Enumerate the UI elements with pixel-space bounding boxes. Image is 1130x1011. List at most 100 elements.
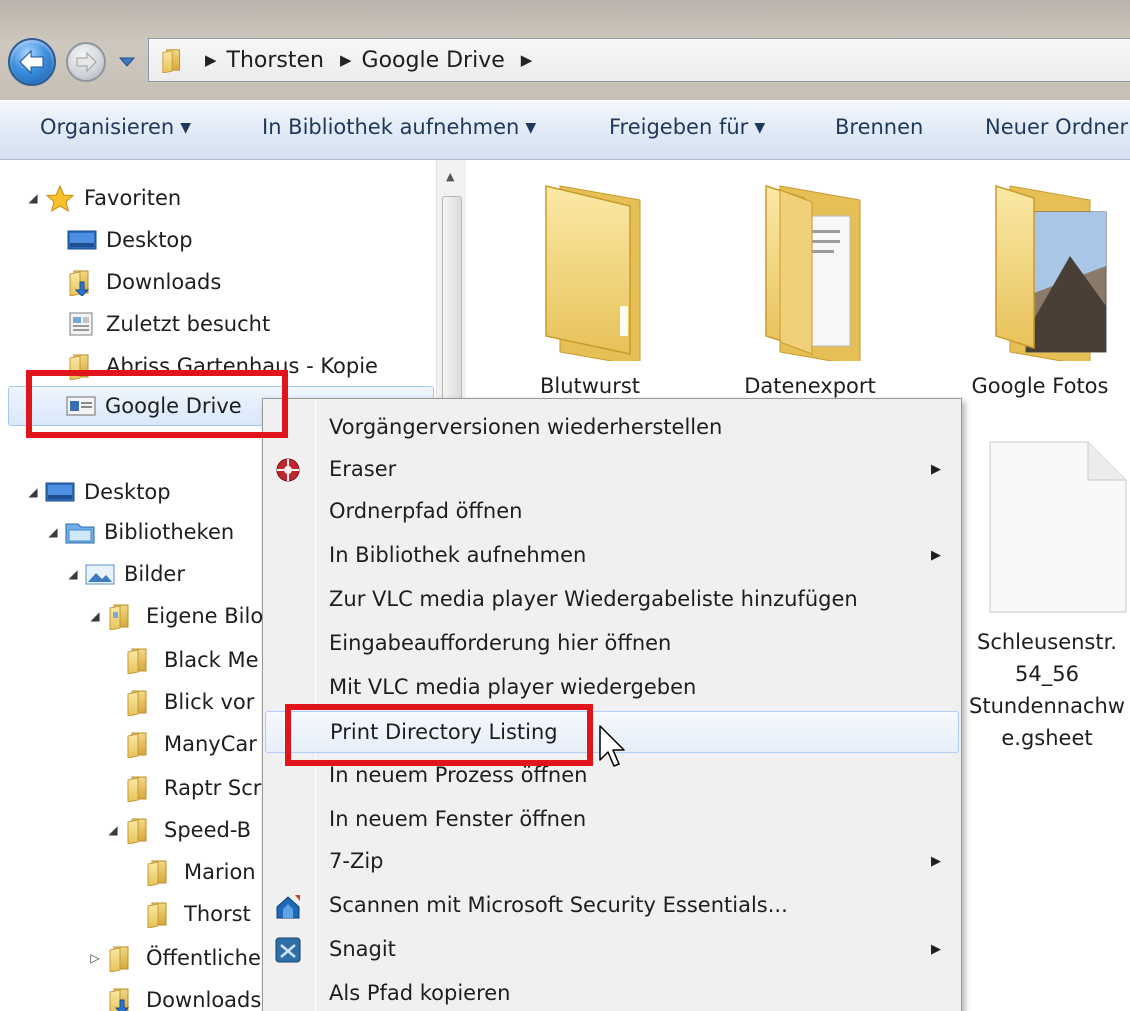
dropdown-arrow-icon: ▼ [525, 120, 537, 136]
document-icon [989, 441, 1127, 613]
desktop-icon [66, 226, 98, 254]
submenu-arrow-icon: ▶ [931, 548, 941, 563]
nav-folder-item[interactable]: Thorst [144, 894, 251, 934]
mouse-cursor-icon [599, 725, 625, 767]
nav-folder-label: Thorst [184, 902, 251, 926]
folder-tile[interactable]: Blutwurst [500, 170, 680, 410]
collapsed-triangle-icon[interactable]: ▷ [88, 951, 102, 965]
add-to-library-label: In Bibliothek aufnehmen [262, 115, 520, 139]
nav-folder-label: Black Me [164, 648, 259, 672]
nav-downloads-folder[interactable]: Downloads [106, 980, 261, 1011]
folder-icon [144, 900, 176, 928]
menu-item-label: 7-Zip [329, 849, 384, 873]
desktop-icon [44, 478, 76, 506]
highlight-google-drive [26, 370, 288, 438]
menu-item-eraser[interactable]: Eraser ▶ [265, 449, 959, 491]
file-tile-label: Schleusenstr. [977, 630, 1117, 654]
nav-favorite-recent[interactable]: Zuletzt besucht [66, 304, 270, 344]
nav-speed-folder[interactable]: ◢ Speed-B [106, 810, 251, 850]
nav-folder-item[interactable]: Blick vor [124, 682, 254, 722]
menu-item-label: In neuem Prozess öffnen [329, 763, 588, 787]
nav-favorite-downloads[interactable]: Downloads [66, 262, 221, 302]
organize-button[interactable]: Organisieren ▼ [40, 115, 191, 139]
nav-public-folder-label: Öffentliche [146, 946, 261, 970]
menu-item-command-prompt[interactable]: Eingabeaufforderung hier öffnen [265, 623, 959, 665]
nav-pictures-label: Bilder [124, 562, 185, 586]
menu-item-vlc-play[interactable]: Mit VLC media player wiedergeben [265, 667, 959, 709]
folder-tile[interactable]: Datenexport [720, 170, 900, 410]
breadcrumb-separator-icon[interactable]: ▶ [521, 51, 533, 69]
forward-button[interactable] [66, 42, 106, 82]
menu-item-open-folder-path[interactable]: Ordnerpfad öffnen [265, 491, 959, 533]
nav-favorites[interactable]: ◢ Favoriten [26, 178, 181, 218]
expanded-triangle-icon[interactable]: ◢ [26, 191, 40, 205]
burn-label: Brennen [835, 115, 924, 139]
nav-folder-label: Blick vor [164, 690, 255, 714]
menu-item-restore-previous-versions[interactable]: Vorgängerversionen wiederherstellen [265, 407, 959, 449]
recent-pages-chevron-icon[interactable] [118, 55, 136, 69]
address-bar: ▶ Thorsten ▶ Google Drive ▶ [0, 0, 1130, 100]
folder-icon [124, 646, 156, 674]
folder-icon [106, 944, 138, 972]
menu-item-snagit[interactable]: Snagit ▶ [265, 929, 959, 971]
breadcrumb-google-drive[interactable]: Google Drive [362, 48, 505, 73]
folder-with-photos-icon [995, 184, 1107, 361]
menu-item-label: Vorgängerversionen wiederherstellen [329, 415, 723, 439]
nav-speed-folder-label: Speed-B [164, 818, 252, 842]
menu-item-add-to-library[interactable]: In Bibliothek aufnehmen ▶ [265, 535, 959, 577]
folder-icon [124, 774, 156, 802]
nav-libraries[interactable]: ◢ Bibliotheken [46, 512, 234, 552]
add-to-library-button[interactable]: In Bibliothek aufnehmen ▼ [262, 115, 536, 139]
expanded-triangle-icon[interactable]: ◢ [66, 567, 80, 581]
menu-item-label: Als Pfad kopieren [329, 981, 511, 1005]
file-tile[interactable]: Schleusenstr. 54_56 Stundennachw e.gshee… [964, 440, 1130, 760]
menu-item-open-new-window[interactable]: In neuem Fenster öffnen [265, 799, 959, 841]
nav-folder-item[interactable]: Black Me [124, 640, 259, 680]
address-path[interactable]: ▶ Thorsten ▶ Google Drive ▶ [148, 38, 1130, 82]
folder-icon [124, 816, 156, 844]
nav-desktop[interactable]: ◢ Desktop [26, 472, 170, 512]
recent-places-icon [66, 310, 98, 338]
nav-favorite-desktop-label: Desktop [106, 228, 193, 252]
highlight-print-directory-listing [285, 704, 593, 766]
folder-icon [144, 858, 176, 886]
breadcrumb-separator-icon[interactable]: ▶ [340, 51, 352, 69]
breadcrumb-separator-icon[interactable]: ▶ [205, 51, 217, 69]
nav-folder-item[interactable]: ManyCar [124, 724, 257, 764]
nav-my-pictures-label: Eigene Bilo [146, 604, 264, 628]
nav-favorite-desktop[interactable]: Desktop [66, 220, 193, 260]
menu-item-copy-as-path[interactable]: Als Pfad kopieren [265, 973, 959, 1011]
menu-item-label: Scannen mit Microsoft Security Essential… [329, 893, 788, 917]
submenu-arrow-icon: ▶ [931, 462, 941, 477]
back-button[interactable] [8, 38, 56, 86]
expanded-triangle-icon[interactable]: ◢ [26, 485, 40, 499]
new-folder-label: Neuer Ordner [985, 115, 1129, 139]
submenu-arrow-icon: ▶ [931, 854, 941, 869]
nav-favorite-recent-label: Zuletzt besucht [106, 312, 271, 336]
share-with-button[interactable]: Freigeben für ▼ [609, 115, 765, 139]
expanded-triangle-icon[interactable]: ◢ [88, 609, 102, 623]
menu-item-vlc-playlist[interactable]: Zur VLC media player Wiedergabeliste hin… [265, 579, 959, 621]
nav-folder-item[interactable]: Raptr Scr [124, 768, 261, 808]
nav-public-folder[interactable]: ▷ Öffentliche [88, 938, 261, 978]
menu-item-label: In Bibliothek aufnehmen [329, 543, 587, 567]
pictures-icon [84, 560, 116, 588]
nav-downloads-folder-label: Downloads [146, 988, 262, 1011]
scroll-up-arrow-icon[interactable]: ▲ [446, 170, 454, 183]
expanded-triangle-icon[interactable]: ◢ [106, 823, 120, 837]
breadcrumb-thorsten[interactable]: Thorsten [227, 48, 324, 73]
folder-tile[interactable]: Google Fotos [950, 170, 1130, 410]
nav-my-pictures[interactable]: ◢ Eigene Bilo [88, 596, 263, 636]
security-essentials-icon [276, 895, 300, 919]
nav-folder-item[interactable]: Marion [144, 852, 256, 892]
file-tile-label: 54_56 [1015, 662, 1079, 686]
nav-pictures[interactable]: ◢ Bilder [66, 554, 185, 594]
burn-button[interactable]: Brennen [835, 115, 923, 139]
menu-item-label: Snagit [329, 937, 396, 961]
expanded-triangle-icon[interactable]: ◢ [46, 525, 60, 539]
menu-item-7zip[interactable]: 7-Zip ▶ [265, 841, 959, 883]
pictures-folder-icon [106, 602, 138, 630]
new-folder-button[interactable]: Neuer Ordner [985, 115, 1128, 139]
folder-tile-label: Google Fotos [971, 374, 1109, 398]
menu-item-security-scan[interactable]: Scannen mit Microsoft Security Essential… [265, 885, 959, 927]
